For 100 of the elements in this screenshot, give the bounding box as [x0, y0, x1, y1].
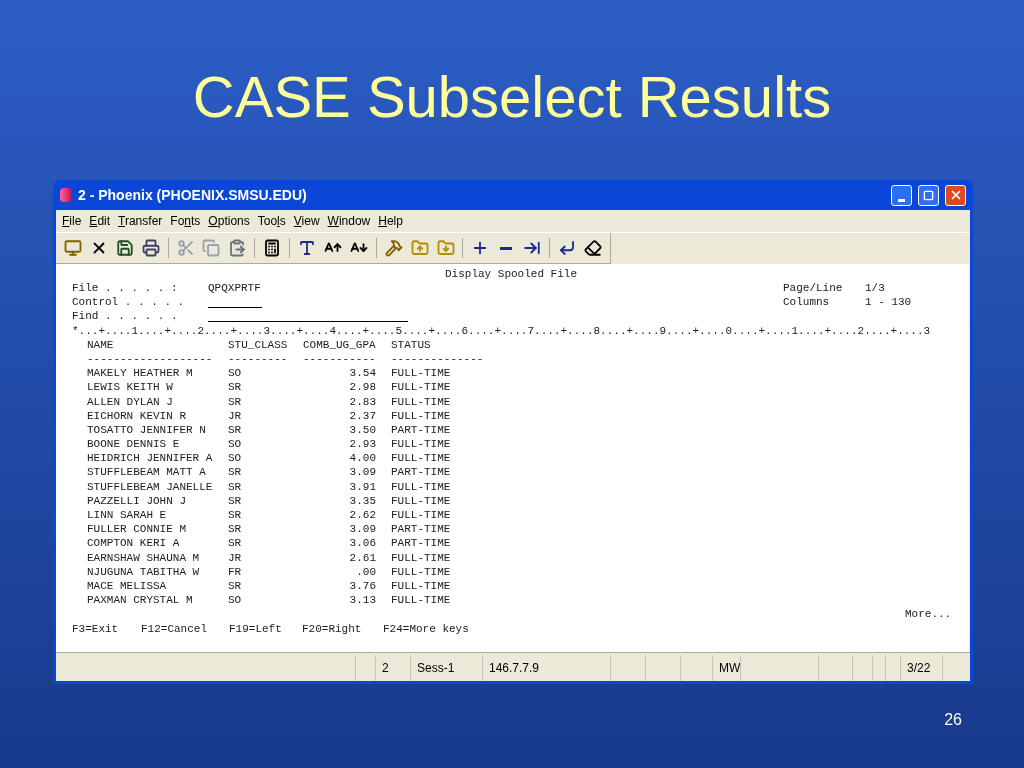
field-value: 1 - 130: [865, 295, 912, 311]
table-cell-text: FULL-TIME: [391, 408, 451, 424]
table-cell-text: SO: [228, 437, 243, 453]
table-cell-text: COMPTON KERI A: [87, 536, 181, 552]
status-text: MW: [719, 660, 741, 677]
window-title: 2 - Phoenix (PHOENIX.SMSU.EDU): [78, 185, 308, 205]
table-cell-text: FULL-TIME: [391, 437, 451, 453]
menu-item[interactable]: Fonts: [166, 212, 205, 230]
dashed-rule: -----------: [303, 352, 376, 365]
table-cell-text: 2.37: [348, 408, 376, 424]
table-cell-text: .00: [355, 564, 376, 580]
folder-up-icon: [410, 239, 429, 257]
table-cell-text: JR: [228, 550, 243, 566]
table-cell-text: 3.91: [348, 479, 376, 495]
tools-icon: [384, 239, 403, 257]
save-icon: [115, 239, 134, 257]
table-cell-text: SR: [228, 465, 243, 481]
function-key-hint: F20=Right: [302, 622, 362, 635]
dashed-rule: --------------: [391, 352, 484, 365]
cut-icon: [176, 239, 195, 257]
table-cell-text: MAKELY HEATHER M: [87, 366, 194, 382]
dashed-rule: -------------------: [87, 352, 213, 365]
table-cell-text: FULL-TIME: [391, 380, 451, 396]
table-cell-text: FULL-TIME: [391, 366, 451, 382]
monitor-button[interactable]: [62, 237, 84, 259]
table-cell-text: MACE MELISSA: [87, 578, 168, 594]
function-key-hint: F19=Left: [229, 622, 282, 635]
menu-item[interactable]: Window: [323, 212, 375, 230]
table-cell-text: 3.09: [348, 522, 376, 538]
menu-item[interactable]: View: [289, 212, 324, 230]
eraser-button[interactable]: [582, 237, 604, 259]
table-cell-text: NJUGUNA TABITHA W: [87, 564, 201, 580]
paste-icon: [228, 239, 247, 257]
menu-item[interactable]: Help: [374, 212, 407, 230]
menu-item[interactable]: Transfer: [114, 212, 167, 230]
table-cell-text: SR: [228, 536, 243, 552]
dashed-rule: ---------: [228, 352, 288, 365]
table-cell-text: SR: [228, 578, 243, 594]
app-icon: [60, 188, 72, 202]
table-cell-text: SR: [228, 394, 243, 410]
page-number: 26: [944, 710, 962, 730]
table-cell-text: 3.76: [348, 578, 376, 594]
more-indicator: More...: [905, 607, 952, 623]
column-heading: COMB_UG_GPA: [303, 337, 377, 353]
slide-title: CASE Subselect Results: [192, 63, 832, 131]
table-cell-text: SR: [228, 479, 243, 495]
table-cell-text: 2.98: [348, 380, 376, 396]
table-cell-text: PAZZELLI JOHN J: [87, 493, 188, 509]
table-cell-text: FR: [228, 564, 243, 580]
table-cell-text: PAXMAN CRYSTAL M: [87, 593, 194, 609]
table-cell-text: 2.61: [348, 550, 376, 566]
menu-item[interactable]: Tools: [253, 212, 290, 230]
table-cell-text: TOSATTO JENNIFER N: [87, 422, 207, 438]
screen-title: Display Spooled File: [445, 266, 578, 282]
keypad-icon: [263, 239, 282, 257]
field-value: 1/3: [865, 281, 885, 297]
minimize-icon: [898, 198, 905, 202]
close-button[interactable]: [945, 184, 966, 206]
menu-item[interactable]: File: [58, 212, 86, 230]
folder-down-icon: [436, 239, 455, 257]
eraser-icon: [583, 239, 602, 257]
copy-icon: [202, 239, 221, 257]
function-key-hint: F3=Exit: [72, 622, 119, 635]
column-heading: STU_CLASS: [228, 337, 289, 353]
table-cell-text: 3.54: [348, 366, 376, 382]
column-heading: NAME: [87, 337, 115, 353]
status-text: 146.7.7.9: [489, 660, 540, 677]
table-cell-text: LEWIS KEITH W: [87, 380, 174, 396]
table-cell-text: 3.09: [348, 465, 376, 481]
table-cell-text: PART-TIME: [391, 422, 451, 438]
column-heading: STATUS: [391, 337, 431, 353]
column-ruler: *...+....1....+....2....+....3....+....4....+....5....+....6....+....7....+....8....+....9....+....0....+....1....+....2....+....3: [72, 323, 931, 339]
table-cell-text: 2.83: [348, 394, 376, 410]
field-label: Find . . . . . .: [72, 309, 179, 325]
menu-item[interactable]: Edit: [85, 212, 115, 230]
table-cell-text: 3.35: [348, 493, 376, 509]
table-cell-text: SR: [228, 522, 243, 538]
field-value: QPQXPRTF: [208, 282, 261, 295]
field-label: Page/Line: [783, 281, 844, 297]
table-cell-text: PART-TIME: [391, 536, 451, 552]
minimize-button[interactable]: [891, 184, 912, 206]
enter-icon: [558, 239, 577, 257]
table-cell-text: JR: [228, 408, 243, 424]
table-cell-text: BOONE DENNIS E: [87, 437, 181, 453]
table-cell-text: SO: [228, 451, 243, 467]
table-cell-text: FULL-TIME: [391, 493, 451, 509]
maximize-button[interactable]: [918, 184, 939, 206]
font-icon: [298, 239, 317, 257]
menu-item[interactable]: Options: [204, 212, 254, 230]
table-cell-text: FULL-TIME: [391, 550, 451, 566]
table-cell-text: PART-TIME: [391, 465, 451, 481]
field-label: Control . . . . .: [72, 295, 186, 311]
minus-icon: [500, 246, 513, 250]
monitor-icon: [63, 239, 82, 257]
table-cell-text: SO: [228, 366, 243, 382]
table-cell-text: SR: [228, 422, 243, 438]
table-cell-text: STUFFLEBEAM JANELLE: [87, 479, 214, 495]
status-text: 3/22: [907, 660, 931, 677]
table-cell-text: PART-TIME: [391, 522, 451, 538]
status-text: Sess-1: [417, 660, 455, 677]
